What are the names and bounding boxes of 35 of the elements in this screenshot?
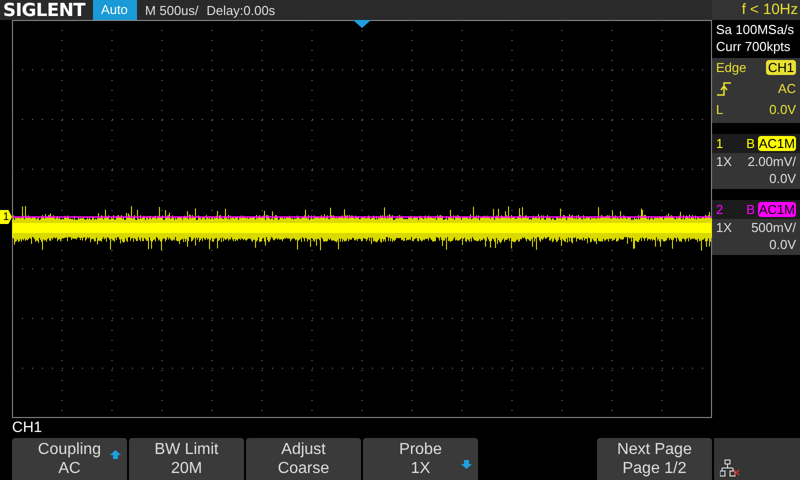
channel-offset-label: 0.0V — [769, 171, 796, 186]
bandwidth-indicator: B — [746, 136, 755, 151]
trigger-coupling-label: AC — [778, 81, 796, 96]
up-arrow-icon — [110, 450, 121, 459]
trigger-type-label: Edge — [716, 60, 746, 75]
vertical-scale-label: 2.00mV/ — [748, 154, 796, 169]
channel-coupling-badge: AC1M — [758, 136, 796, 151]
vertical-scale-label: 500mV/ — [751, 220, 796, 235]
bandwidth-indicator: B — [746, 202, 755, 217]
trigger-level-label: L — [716, 102, 724, 117]
channel-number: 2 — [716, 202, 724, 217]
sample-rate-label: Sa 100MSa/s — [716, 22, 796, 37]
probe-ratio-label: 1X — [716, 220, 732, 235]
network-icon — [720, 459, 740, 477]
down-arrow-icon — [461, 460, 472, 469]
trigger-source-badge: CH1 — [766, 60, 796, 75]
menu-title: CH1 — [12, 418, 44, 438]
timebase-label: M 500us/ — [145, 2, 199, 18]
memory-depth-label: Curr 700kpts — [716, 39, 792, 54]
softkey-button[interactable]: Adjust Coarse — [246, 438, 361, 480]
channel-marker: 1 — [0, 210, 12, 224]
softkey-button[interactable]: Coupling AC — [12, 438, 127, 480]
softkey-button[interactable]: Next Page Page 1/2 — [597, 438, 712, 480]
delay-label: Delay:0.00s — [206, 2, 276, 18]
channel-coupling-badge: AC1M — [758, 202, 796, 217]
run-mode-badge: Auto — [93, 0, 138, 20]
probe-ratio-label: 1X — [716, 154, 732, 169]
channel-number: 1 — [716, 136, 724, 151]
softkey-button[interactable]: Probe 1X — [363, 438, 478, 480]
rising-edge-icon — [716, 82, 732, 96]
trigger-level-value: 0.0V — [769, 102, 796, 117]
brand-logo: SIGLENT — [2, 0, 86, 20]
softkey-button[interactable]: BW Limit 20M — [129, 438, 244, 480]
channel-offset-label: 0.0V — [769, 237, 796, 252]
frequency-readout: f < 10Hz — [712, 0, 800, 20]
